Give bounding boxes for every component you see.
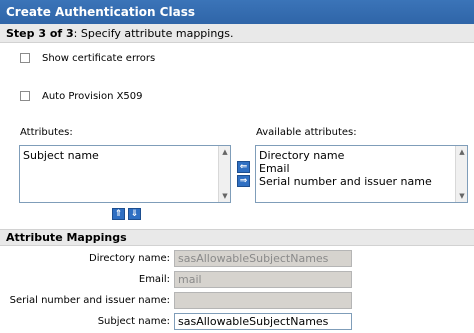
scroll-up-icon[interactable]: ▲ [456, 146, 467, 158]
show-cert-errors-label: Show certificate errors [42, 52, 156, 64]
attributes-listbox[interactable]: Subject name ▲ ▼ [19, 145, 231, 203]
step-number: Step 3 of 3 [6, 27, 74, 40]
window-title: Create Authentication Class [0, 0, 474, 24]
scroll-down-icon[interactable]: ▼ [219, 190, 230, 202]
move-right-button[interactable]: ⇒ [237, 175, 250, 187]
serial-number-field [174, 292, 352, 309]
show-cert-errors-checkbox[interactable] [20, 53, 30, 63]
list-item[interactable]: Subject name [23, 149, 99, 162]
list-item[interactable]: Directory name [259, 149, 432, 162]
attributes-label: Attributes: [20, 127, 73, 138]
subject-name-field[interactable]: sasAllowableSubjectNames [174, 313, 352, 330]
move-up-button[interactable]: ⇑ [112, 208, 125, 220]
show-cert-errors-option[interactable]: Show certificate errors [20, 51, 155, 65]
scroll-down-icon[interactable]: ▼ [456, 190, 467, 202]
attribute-mappings-header: Attribute Mappings [0, 229, 474, 246]
subject-name-label: Subject name: [97, 316, 170, 327]
move-left-button[interactable]: ⇐ [237, 161, 250, 173]
auto-provision-option[interactable]: Auto Provision X509 [20, 89, 143, 103]
arrow-down-icon: ⇓ [130, 209, 139, 219]
auto-provision-checkbox[interactable] [20, 91, 30, 101]
auto-provision-label: Auto Provision X509 [42, 90, 143, 102]
list-item[interactable]: Email [259, 162, 432, 175]
arrow-left-icon: ⇐ [239, 162, 248, 172]
available-attributes-label: Available attributes: [256, 127, 357, 138]
available-scrollbar[interactable]: ▲ ▼ [455, 146, 467, 202]
step-description: : Specify attribute mappings. [73, 27, 234, 40]
arrow-right-icon: ⇒ [239, 176, 248, 186]
directory-name-label: Directory name: [89, 253, 170, 264]
available-attributes-listbox[interactable]: Directory name Email Serial number and i… [255, 145, 468, 203]
attributes-scrollbar[interactable]: ▲ ▼ [218, 146, 230, 202]
move-down-button[interactable]: ⇓ [128, 208, 141, 220]
serial-number-label: Serial number and issuer name: [9, 295, 170, 306]
step-indicator: Step 3 of 3: Specify attribute mappings. [0, 24, 474, 43]
email-label: Email: [138, 274, 170, 285]
scroll-up-icon[interactable]: ▲ [219, 146, 230, 158]
email-field: mail [174, 271, 352, 288]
list-item[interactable]: Serial number and issuer name [259, 175, 432, 188]
directory-name-field: sasAllowableSubjectNames [174, 250, 352, 267]
arrow-up-icon: ⇑ [114, 209, 123, 219]
